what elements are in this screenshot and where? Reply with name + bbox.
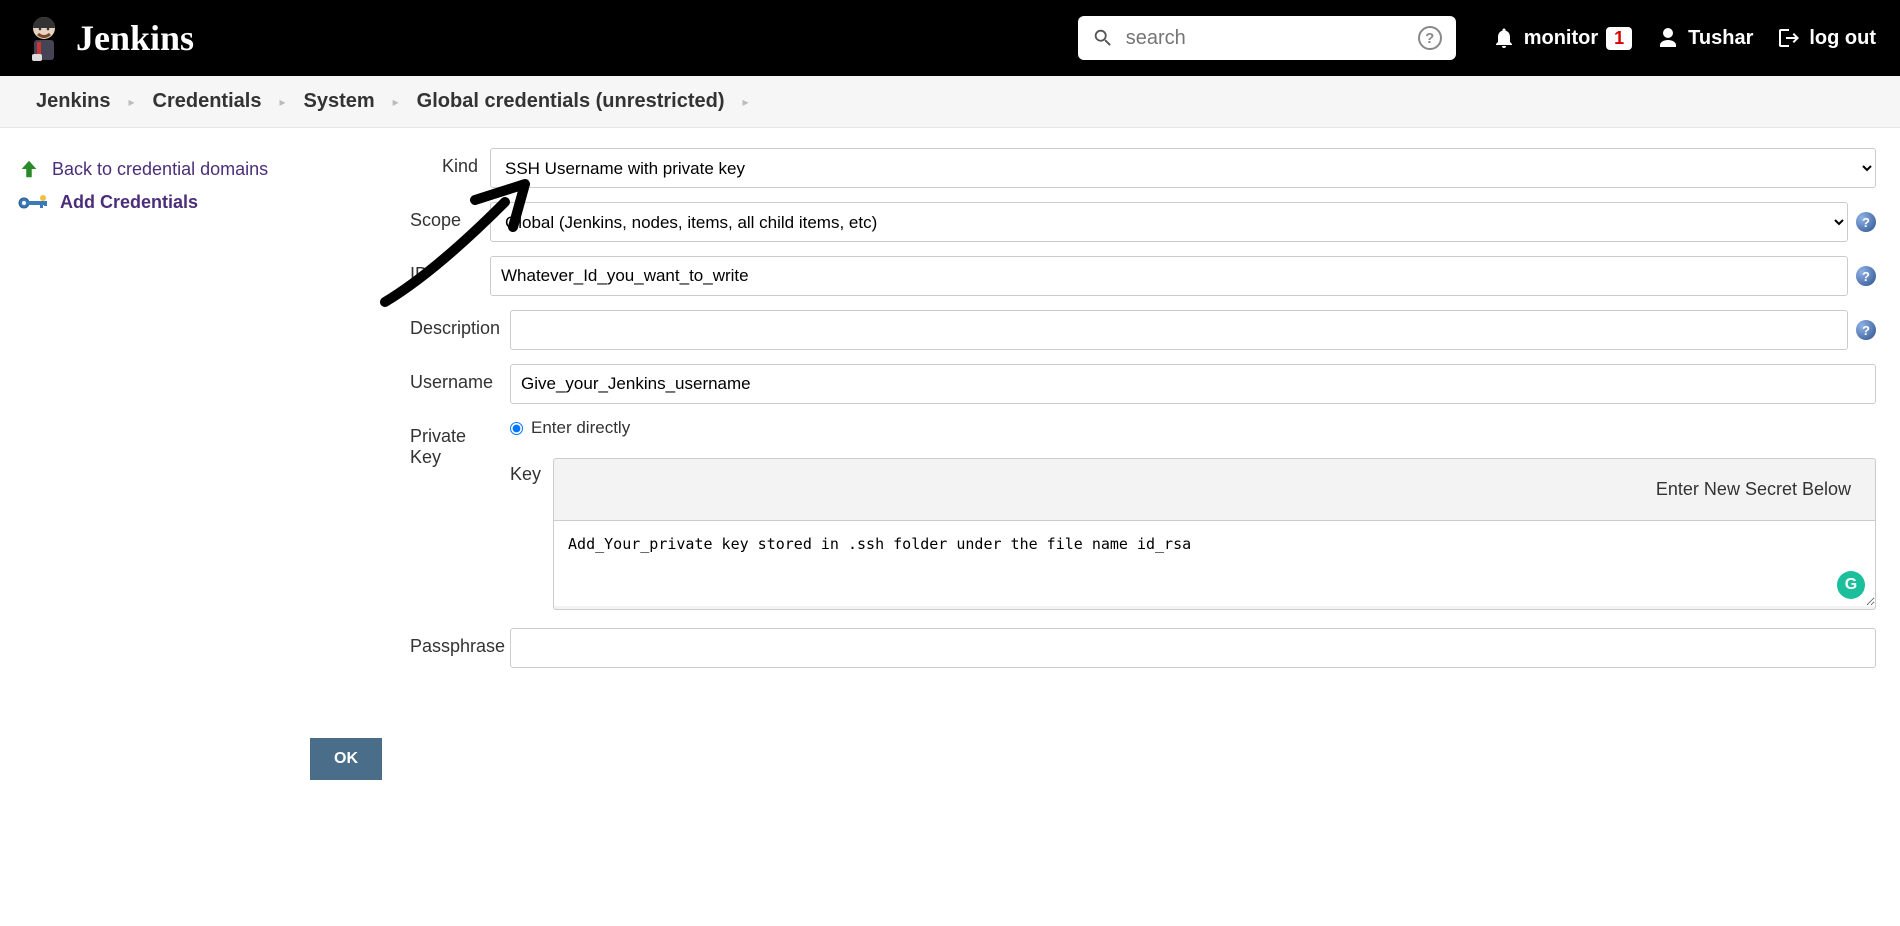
bell-icon bbox=[1492, 26, 1516, 50]
chevron-right-icon: ▸ bbox=[393, 95, 399, 109]
chevron-right-icon: ▸ bbox=[743, 95, 749, 109]
user-input[interactable] bbox=[510, 364, 1876, 404]
key-header: Enter New Secret Below bbox=[554, 459, 1875, 520]
pk-label: Private Key bbox=[410, 418, 510, 468]
crumb-credentials[interactable]: Credentials bbox=[153, 90, 262, 113]
form-area: Kind SSH Username with private key Scope… bbox=[310, 128, 1900, 820]
chevron-right-icon: ▸ bbox=[128, 95, 134, 109]
jenkins-icon bbox=[24, 14, 64, 62]
sidebar-add-link[interactable]: Add Credentials bbox=[16, 186, 294, 219]
search-input[interactable] bbox=[1114, 27, 1414, 50]
crumb-global[interactable]: Global credentials (unrestricted) bbox=[417, 90, 725, 113]
pk-radio-enter[interactable]: Enter directly bbox=[510, 418, 1876, 438]
desc-help-icon[interactable]: ? bbox=[1856, 320, 1876, 340]
user-label: Username bbox=[410, 364, 510, 393]
kind-label: Kind bbox=[310, 148, 490, 177]
search-help-icon[interactable]: ? bbox=[1418, 26, 1442, 50]
grammarly-icon[interactable]: G bbox=[1837, 571, 1865, 599]
crumb-jenkins[interactable]: Jenkins bbox=[36, 90, 110, 113]
id-label: ID bbox=[410, 256, 490, 285]
logout-icon bbox=[1777, 26, 1801, 50]
desc-input[interactable] bbox=[510, 310, 1848, 350]
logo[interactable]: Jenkins bbox=[24, 14, 194, 62]
crumb-system[interactable]: System bbox=[303, 90, 374, 113]
key-label: Key bbox=[510, 458, 541, 485]
user-link[interactable]: Tushar bbox=[1656, 26, 1753, 50]
monitor-label: monitor bbox=[1524, 27, 1598, 50]
pass-label: Passphrase bbox=[410, 628, 510, 657]
chevron-right-icon: ▸ bbox=[279, 95, 285, 109]
id-input[interactable] bbox=[490, 256, 1848, 296]
scope-help-icon[interactable]: ? bbox=[1856, 212, 1876, 232]
pass-input[interactable] bbox=[510, 628, 1876, 668]
breadcrumb: Jenkins ▸ Credentials ▸ System ▸ Global … bbox=[0, 76, 1900, 128]
desc-label: Description bbox=[410, 310, 510, 339]
key-textarea[interactable]: Add_Your_private key stored in .ssh fold… bbox=[554, 520, 1875, 606]
sidebar: Back to credential domains Add Credentia… bbox=[0, 128, 310, 820]
scope-label: Scope bbox=[410, 202, 490, 231]
id-help-icon[interactable]: ? bbox=[1856, 266, 1876, 286]
sidebar-add-label: Add Credentials bbox=[60, 192, 198, 213]
kind-select[interactable]: SSH Username with private key bbox=[490, 148, 1876, 188]
search-box[interactable]: ? bbox=[1078, 16, 1456, 60]
pk-radio-label: Enter directly bbox=[531, 418, 630, 438]
user-name: Tushar bbox=[1688, 27, 1753, 50]
pk-radio-input[interactable] bbox=[510, 422, 523, 435]
key-area: Enter New Secret Below Add_Your_private … bbox=[553, 458, 1876, 610]
logout-label: log out bbox=[1809, 27, 1876, 50]
sidebar-back-label: Back to credential domains bbox=[52, 159, 268, 180]
key-icon bbox=[18, 195, 48, 211]
arrow-up-icon bbox=[18, 158, 40, 180]
monitor-link[interactable]: monitor 1 bbox=[1492, 26, 1632, 50]
monitor-badge: 1 bbox=[1606, 27, 1632, 50]
scope-select[interactable]: Global (Jenkins, nodes, items, all child… bbox=[490, 202, 1848, 242]
brand-text: Jenkins bbox=[76, 17, 194, 59]
user-icon bbox=[1656, 26, 1680, 50]
header: Jenkins ? monitor 1 Tushar log out bbox=[0, 0, 1900, 76]
search-icon bbox=[1092, 27, 1114, 49]
logout-link[interactable]: log out bbox=[1777, 26, 1876, 50]
sidebar-back-link[interactable]: Back to credential domains bbox=[16, 152, 294, 186]
ok-button[interactable]: OK bbox=[310, 738, 382, 780]
